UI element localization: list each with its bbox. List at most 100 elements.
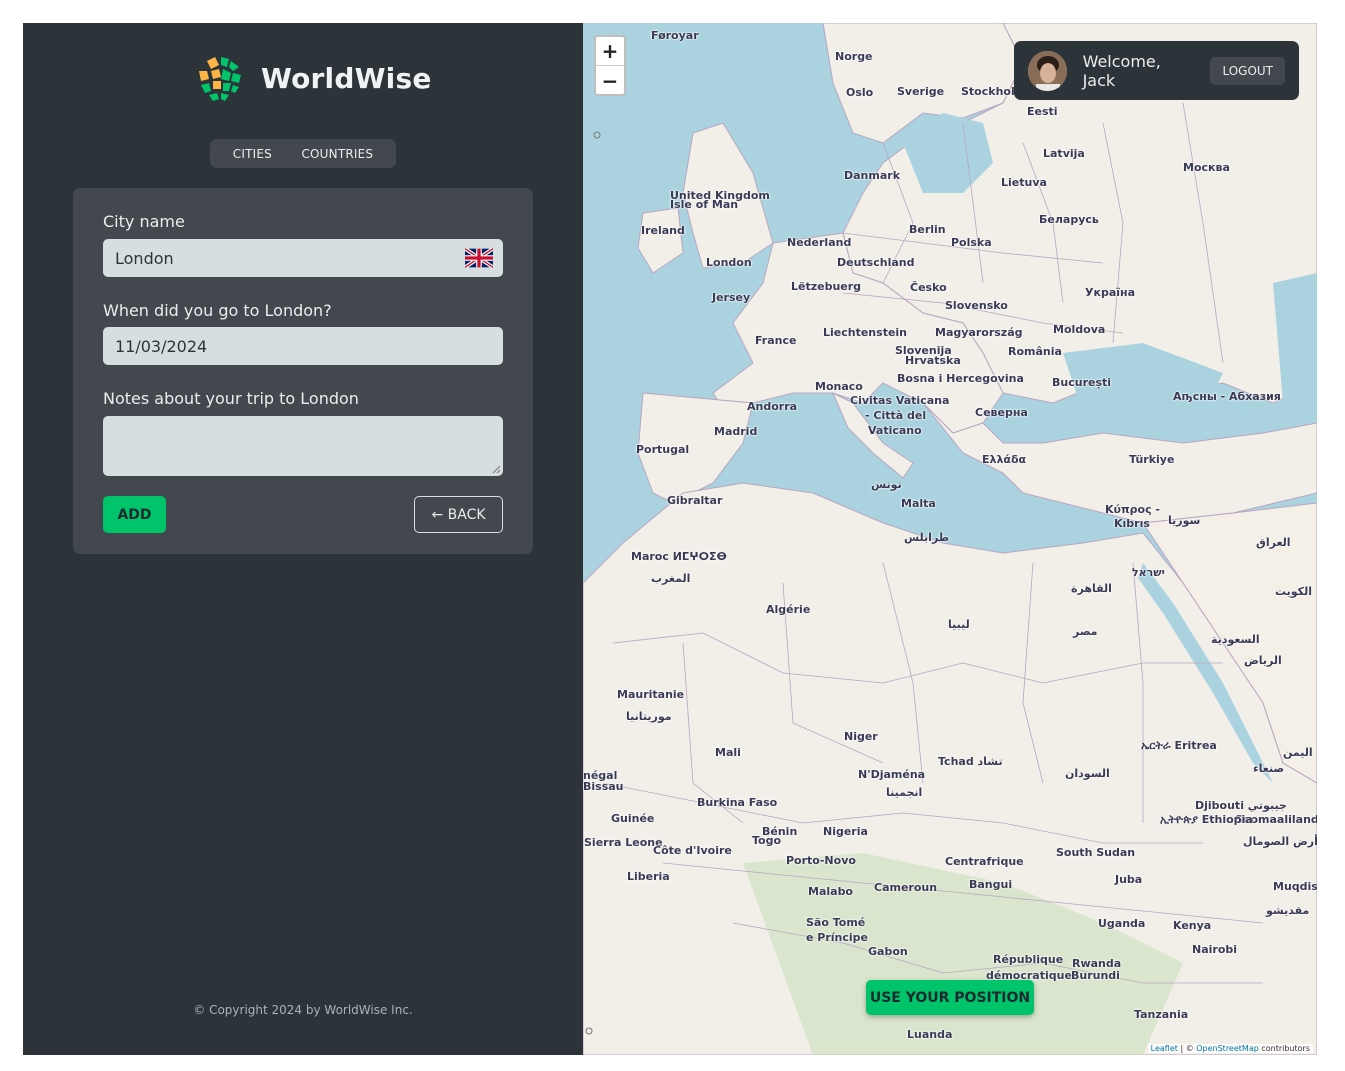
map-place-label: موريتانيا <box>626 710 672 723</box>
map-place-label: Côte d'Ivoire <box>653 844 732 857</box>
map-place-label: Andorra <box>747 400 798 413</box>
map-place-label: Gabon <box>868 945 908 958</box>
attribution-tail: contributors <box>1258 1044 1310 1053</box>
add-button[interactable]: ADD <box>103 496 166 533</box>
map-place-label: République <box>993 953 1064 966</box>
map-place-label: Juba <box>1115 873 1143 886</box>
map-tiles[interactable] <box>583 23 1317 1055</box>
zoom-out-button[interactable]: − <box>596 66 624 95</box>
map-place-label: سوريا <box>1168 514 1201 527</box>
map-place-label: Muqdisho <box>1273 880 1317 893</box>
map-place-label: تونس <box>871 478 902 491</box>
zoom-control: + − <box>594 35 626 96</box>
map-place-label: Maroc ⵍⵎⵖⵔⵉⴱ <box>631 550 727 563</box>
map-place-label: London <box>706 256 752 269</box>
map-place-label: ישראל <box>1132 566 1165 579</box>
map-place-label: Česko <box>910 281 947 294</box>
map-place-label: الكويت <box>1275 585 1312 598</box>
nav-countries-link[interactable]: COUNTRIES <box>301 147 373 161</box>
map-place-label: Tanzania <box>1134 1008 1189 1021</box>
map-place-label: Deutschland <box>837 256 915 269</box>
map-place-label: Северна <box>975 406 1028 419</box>
app-nav: CITIES COUNTRIES <box>210 139 396 168</box>
map-place-label: العراق <box>1256 536 1291 549</box>
city-name-label: City name <box>103 212 185 231</box>
map-place-label: România <box>1008 345 1062 358</box>
map-place-label: Slovensko <box>945 299 1008 312</box>
map-place-label: Jersey <box>712 291 751 304</box>
map-place-label: Беларусь <box>1039 213 1099 226</box>
map-place-label: Cameroun <box>874 881 938 894</box>
map-place-label: السودان <box>1065 767 1110 780</box>
map-place-label: Türkiye <box>1129 453 1175 466</box>
map-place-label: Algérie <box>766 603 811 616</box>
map-place-label: Porto-Novo <box>786 854 856 867</box>
zoom-in-button[interactable]: + <box>596 37 624 66</box>
map-place-label: Аҧсны - Абхазия <box>1173 390 1281 403</box>
resize-handle-icon[interactable] <box>491 464 501 474</box>
map-place-label: Kenya <box>1173 919 1212 932</box>
map-place-label: Eesti <box>1027 105 1058 118</box>
map-place-label: الرياض <box>1244 654 1282 667</box>
add-city-form: City name London When did you go to Lond… <box>73 188 533 554</box>
back-button[interactable]: ← BACK <box>414 496 503 533</box>
map-place-label: Danmark <box>844 169 901 182</box>
map-place-label: Москва <box>1183 161 1230 174</box>
map-place-label: Κύπρος - <box>1105 503 1160 516</box>
map-container[interactable]: Føroyar Norge Sverige Stockholm Oslo Eesti Lat… <box>583 23 1317 1055</box>
map-place-label: Bosna i Hercegovina <box>897 372 1024 385</box>
use-position-button[interactable]: USE YOUR POSITION <box>866 980 1034 1015</box>
map-place-label: Centrafrique <box>945 855 1024 868</box>
map-place-label: Malta <box>901 497 936 510</box>
map-place-label: Burkina Faso <box>697 796 778 809</box>
map-place-label: Madrid <box>714 425 758 438</box>
map-attribution: Leaflet | © OpenStreetMap contributors <box>1147 1044 1313 1053</box>
map-place-label: Gibraltar <box>667 494 723 507</box>
map-place-label: Hrvatska <box>905 354 961 367</box>
map-place-label: Monaco <box>815 380 863 393</box>
map-place-label: Nigeria <box>823 825 868 838</box>
map-place-label: Kıbrıs <box>1114 517 1150 530</box>
notes-label: Notes about your trip to London <box>103 389 359 408</box>
map-place-label: مصر <box>1073 625 1098 638</box>
nav-cities-link[interactable]: CITIES <box>233 147 272 161</box>
map-place-label: صنعاء <box>1253 762 1285 775</box>
leaflet-link[interactable]: Leaflet <box>1151 1044 1178 1053</box>
date-input[interactable]: 11/03/2024 <box>103 327 503 365</box>
map-place-label: Mali <box>715 746 741 759</box>
map-place-label: Latvija <box>1043 147 1085 160</box>
app-window: WorldWise CITIES COUNTRIES City name Lon… <box>23 23 1317 1055</box>
user-panel: Welcome, Jack LOGOUT <box>1014 41 1299 100</box>
map-place-label: ኢትዮጵያ Ethiopia <box>1160 813 1253 826</box>
map-place-label: Tchad تشاد <box>938 755 1003 768</box>
copyright: © Copyright 2024 by WorldWise Inc. <box>193 1003 413 1017</box>
map-place-label: Portugal <box>636 443 690 456</box>
avatar-image-icon <box>1028 50 1067 91</box>
map-place-label: București <box>1052 376 1112 389</box>
brand-name: WorldWise <box>261 61 432 95</box>
map-place-label: طرابلس <box>904 531 950 544</box>
map-place-label: أرض الصومال <box>1243 835 1317 848</box>
map-place-label: Luanda <box>907 1028 953 1041</box>
map-place-label: Malabo <box>808 885 853 898</box>
map-place-label: - Città del <box>865 409 927 422</box>
map-place-label: Togo <box>752 834 782 847</box>
map-place-label: e Príncipe <box>806 931 869 944</box>
worldwise-logo-icon <box>194 52 246 104</box>
notes-textarea[interactable] <box>103 416 503 476</box>
map-place-label: ኤርትራ Eritrea <box>1141 739 1217 752</box>
map-place-label: Uganda <box>1098 917 1146 930</box>
map-place-label: انجمينا <box>886 786 923 799</box>
logo[interactable]: WorldWise <box>193 51 432 105</box>
map-place-label: Magyarország <box>935 326 1023 339</box>
map-place-label: Guinée <box>611 812 655 825</box>
logout-button[interactable]: LOGOUT <box>1210 56 1285 85</box>
map-place-label: Lietuva <box>1001 176 1047 189</box>
map-place-label: السعودية <box>1211 633 1260 646</box>
map-place-label: Moldova <box>1053 323 1106 336</box>
city-name-input[interactable]: London <box>103 239 503 277</box>
date-label: When did you go to London? <box>103 301 332 320</box>
osm-link[interactable]: OpenStreetMap <box>1196 1044 1259 1053</box>
map-place-label: Liechtenstein <box>823 326 908 339</box>
map-place-label: Nairobi <box>1192 943 1238 956</box>
